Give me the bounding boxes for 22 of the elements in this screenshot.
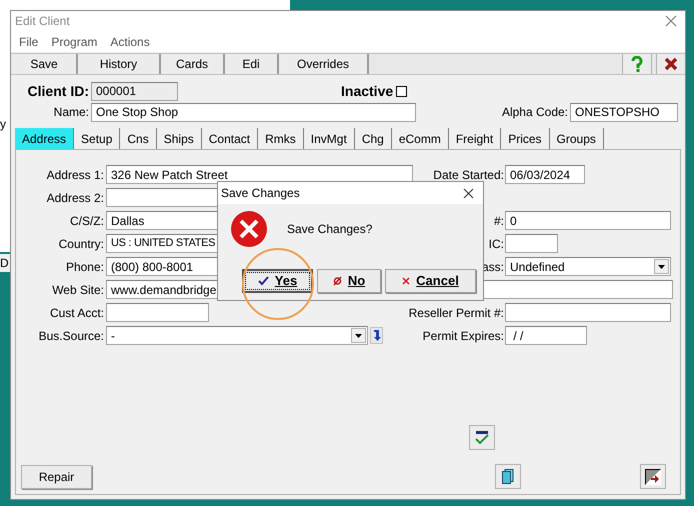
field-label: Alpha Code: — [502, 104, 569, 121]
field-label: Date Started: — [433, 166, 505, 184]
checkbox-label: Inactive — [341, 82, 394, 100]
field-label: Web Site: — [51, 282, 105, 298]
dialog-title: Save Changes — [221, 185, 300, 202]
field-label: Cust Acct: — [48, 304, 105, 322]
dialog-message: Save Changes? — [287, 221, 372, 238]
field-label: Country: — [58, 236, 105, 252]
field-label: Address 1: — [46, 166, 105, 184]
background-text: D — [0, 256, 9, 270]
field-label: Permit Expires: — [422, 328, 505, 344]
field-label: IC: — [488, 236, 505, 252]
field-label: C/S/Z: — [68, 212, 105, 230]
field-label: Phone: — [64, 258, 105, 276]
field-label: Address 2: — [46, 190, 105, 206]
field-label: Bus.Source: — [38, 328, 105, 344]
field-label: Reseller Permit #: — [408, 304, 505, 322]
background-text: y — [0, 118, 6, 130]
field-label: Name: — [52, 104, 90, 121]
field-label: #: — [494, 212, 505, 230]
field-label: Client ID: — [26, 82, 90, 100]
window-title: Edit Client — [15, 13, 70, 30]
